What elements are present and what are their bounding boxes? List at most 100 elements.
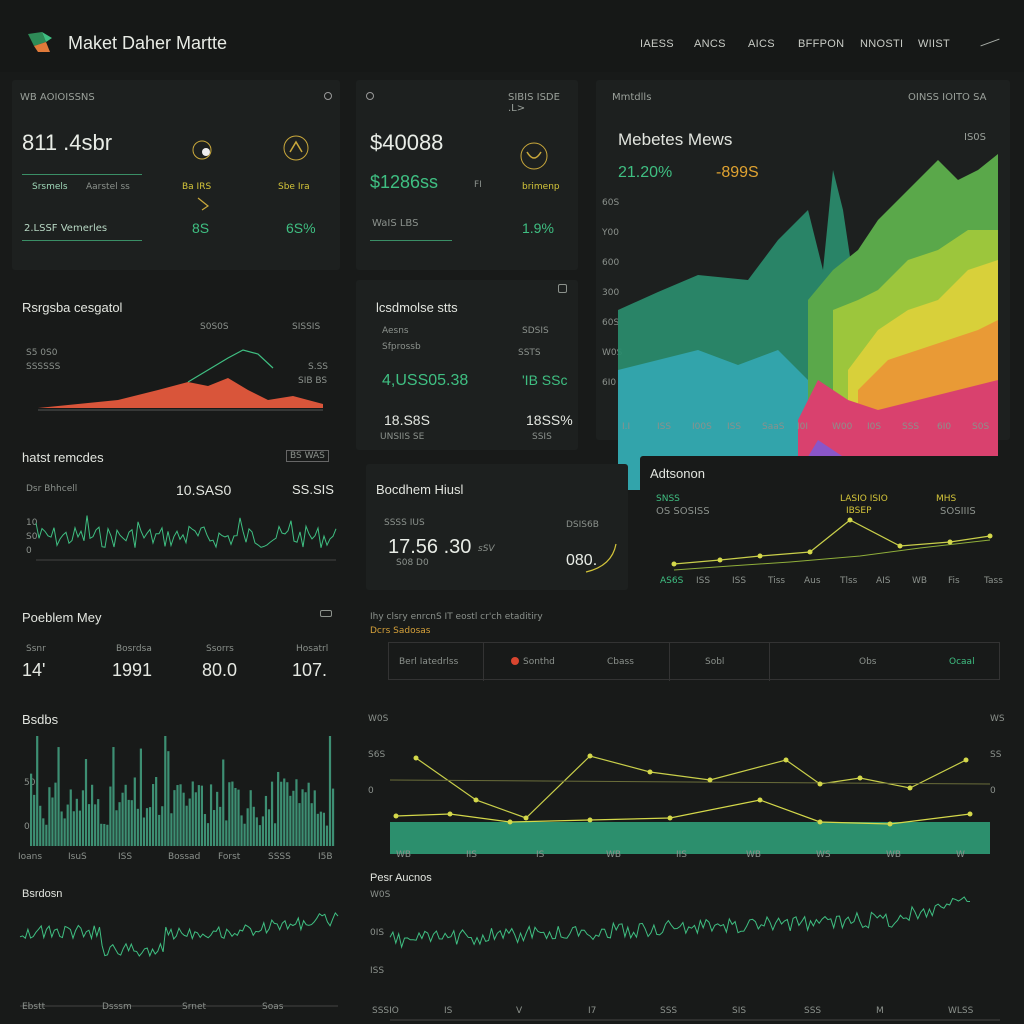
market-mews-panel: Mmtdlls OINSS IOITO SA Mebetes Mews IS0S… [596,80,1010,490]
histogram-bar [246,808,249,846]
histogram-bar [237,789,240,846]
histogram-bar [51,797,54,846]
bsrdosn-panel: Bsrdosn Ebstt Dsssm Srnet Soas [12,880,340,1016]
x-tick: I0I [797,422,809,432]
row-label: Dsr Bhhcell [26,484,78,494]
nav-item-1[interactable]: IAESS [640,38,674,50]
histogram-bar [298,803,301,846]
x-tick: IIS [676,850,688,860]
histogram-bar [148,807,152,846]
trophy-icon [520,142,548,170]
y-tick: 60S [602,198,620,208]
histogram-bar [255,817,258,846]
expand-icon[interactable] [558,284,567,293]
metric-value: 14' [22,660,46,680]
x-tick: WB [746,850,762,860]
menu-icon[interactable] [320,610,332,617]
label-a: SSSS IUS [384,518,425,528]
histogram-bar [319,811,322,846]
sub-label-right: Aarstel ss [86,182,130,192]
table-title: Ihy clsry enrcnS IT eostl cr'ch etaditir… [370,612,543,622]
table-cell[interactable]: Cbass [607,657,634,667]
histogram-bar [267,809,271,846]
data-point [647,769,653,775]
histogram-bar [188,798,191,846]
data-point [897,543,903,549]
panel-title: lcsdmolse stts [376,300,458,315]
x-tick: V [516,1006,523,1016]
chart-tag: IS0S [964,132,987,143]
data-point [447,811,453,817]
y-tick-2: 0 [24,822,30,832]
pct-value: 1.9% [522,220,554,236]
x-tick: WB [606,850,622,860]
corner-badge[interactable]: BS WAS [286,450,329,462]
nav-item-6[interactable]: WIIST [918,38,950,50]
histogram-bar [176,785,179,846]
x-tick: Soas [262,1002,284,1012]
series-line-a [673,519,991,565]
x-tick: IsuS [68,852,87,862]
histogram-bar [170,813,173,846]
histogram-bar [63,818,66,846]
sub-value: S08 D0 [396,558,429,568]
settings-icon[interactable] [324,92,332,100]
table-cell[interactable]: Ocaal [949,657,975,667]
nav-item-3[interactable]: AICS [748,38,775,50]
panel-title: Bsrdosn [22,888,63,900]
table-cell[interactable]: Sonthd [523,657,555,667]
histogram-bar [87,804,91,846]
panel-title: hatst remcdes [22,450,104,465]
divider-line [22,240,142,241]
nav-item-2[interactable]: ANCS [694,38,726,50]
label-d: SSTS [518,348,541,358]
table-cell[interactable]: Sobl [705,657,724,667]
histogram-bar [91,784,94,846]
histogram-bar [206,823,210,846]
histogram-bar [191,781,194,846]
x-tick: Ioans [18,852,43,862]
x-tick: I7 [588,1006,597,1016]
sub-b: SSIS [532,432,552,442]
menu-icon[interactable] [980,38,1000,47]
settings-icon[interactable] [366,92,374,100]
table-cell[interactable]: Obs [859,657,877,667]
x-tick: WB [886,850,902,860]
adtsonon-panel: Adtsonon SNSS OS SOSISS LASIO ISIO IBSEP… [640,456,1012,590]
data-point [963,757,969,763]
legend-c: LASIO ISIO [840,494,888,504]
nav-item-4[interactable]: BFFPON [798,38,844,50]
histogram-bar [161,806,164,846]
table-cell[interactable]: Berl Iatedrlss [399,657,458,667]
line-chart [671,517,993,571]
sub-a: UNSIIS SE [380,432,425,442]
panel-title: WB AOIOISSNS [20,92,95,103]
stacked-area-chart [618,154,998,490]
histogram-bar [182,792,185,846]
x-tick: I5B [318,852,333,862]
green-suffix: FI [474,180,482,190]
panel-title: Pesr Aucnos [370,872,432,884]
sub-label-left: Srsmels [32,182,68,192]
series-line [19,911,339,958]
line-chart [19,911,339,1007]
y-tick: ISS [370,966,385,976]
big-value: $40088 [370,130,444,155]
nav-item-5[interactable]: NNOSTI [860,38,903,50]
panel-title: Bocdhem Hiusl [376,482,464,497]
metric-label: Ssorrs [206,644,234,654]
x-tick: ISS [657,422,672,432]
pesr-aucnos-panel: Pesr Aucnos W0S 0IS ISS SSSIO IS V I7 SSS SIS SS… [366,870,1012,1021]
app-header: Maket Daher Martte IAESS ANCS AICS BFFPO… [0,0,1024,72]
histogram-bar [200,785,203,846]
histogram-bar [234,787,237,846]
trend-line [187,349,274,383]
x-tick: ISS [118,852,133,862]
value-a: 18.S8S [384,412,430,428]
regional-panel: Rsrgsba cesgatol S0S0S SISSIS S5 0S0 SSS… [12,290,340,430]
histogram-bar [316,813,319,846]
histogram-bar [45,824,48,846]
x-tick: SSS [804,1006,822,1016]
histogram-bar [283,778,286,846]
histogram-bar [185,805,188,846]
